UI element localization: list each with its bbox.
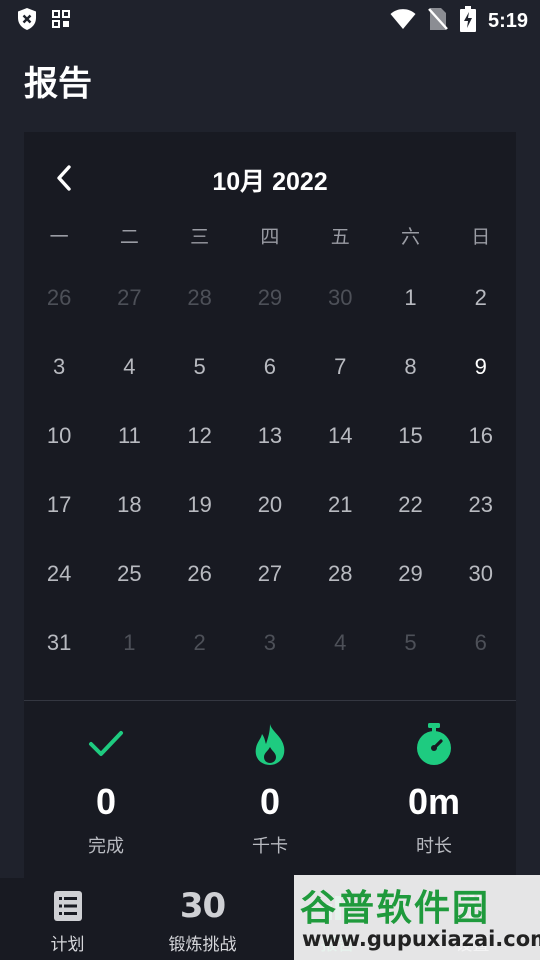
calendar-day[interactable]: 26 xyxy=(24,263,94,332)
month-title: 10月 2022 xyxy=(212,168,328,196)
calendar-day[interactable]: 19 xyxy=(165,470,235,539)
completed-label: 完成 xyxy=(88,836,124,856)
calendar-day[interactable]: 1 xyxy=(375,263,445,332)
watermark-url: www.gupuxiazai.com xyxy=(302,927,540,951)
calendar-day[interactable]: 24 xyxy=(24,539,94,608)
calendar-day[interactable]: 6 xyxy=(235,332,305,401)
weekday-header: 一 二 三 四 五 六 日 xyxy=(24,222,516,252)
calendar-day[interactable]: 6 xyxy=(446,608,516,677)
calendar-day[interactable]: 27 xyxy=(235,539,305,608)
calendar-day[interactable]: 4 xyxy=(94,332,164,401)
calendar-day[interactable]: 28 xyxy=(305,539,375,608)
page-title: 报告 xyxy=(24,65,92,103)
divider xyxy=(24,700,516,701)
calendar-day[interactable]: 25 xyxy=(94,539,164,608)
stat-completed: 0 完成 xyxy=(24,722,188,858)
qr-grid-icon xyxy=(52,10,70,33)
wifi-icon xyxy=(390,8,416,35)
watermark-logo: 谷普软件园 xyxy=(300,888,491,929)
weekday-label: 六 xyxy=(400,227,420,248)
status-bar: 5:19 xyxy=(0,0,540,36)
calendar-day[interactable]: 8 xyxy=(375,332,445,401)
calendar-day[interactable]: 14 xyxy=(305,401,375,470)
calendar-day[interactable]: 27 xyxy=(94,263,164,332)
nav-plan-label: 计划 xyxy=(50,935,85,954)
calendar-day[interactable]: 7 xyxy=(305,332,375,401)
calendar-week-row: 31 1 2 3 4 5 6 xyxy=(24,608,516,677)
calendar-day[interactable]: 29 xyxy=(375,539,445,608)
calendar-day[interactable]: 28 xyxy=(165,263,235,332)
calendar-day[interactable]: 18 xyxy=(94,470,164,539)
duration-label: 时长 xyxy=(416,836,452,856)
calendar-week-row: 10 11 12 13 14 15 16 xyxy=(24,401,516,470)
calories-value: 0 xyxy=(259,781,281,822)
calendar-day[interactable]: 21 xyxy=(305,470,375,539)
weekday-label: 一 xyxy=(49,227,69,248)
calendar-week-row: 24 25 26 27 28 29 30 xyxy=(24,539,516,608)
check-icon xyxy=(89,731,123,756)
weekday-label: 四 xyxy=(260,227,280,248)
calendar-day[interactable]: 16 xyxy=(446,401,516,470)
stats-row: 0 完成 0 千卡 0m 时长 xyxy=(24,722,516,858)
calendar-header: 10月 2022 xyxy=(24,132,516,224)
calendar-day[interactable]: 30 xyxy=(446,539,516,608)
watermark: 谷普软件园 www.gupuxiazai.com xyxy=(294,875,540,960)
calendar-day[interactable]: 26 xyxy=(165,539,235,608)
weekday-label: 三 xyxy=(190,227,210,248)
calendar-day[interactable]: 13 xyxy=(235,401,305,470)
thirty-day-icon: 30 xyxy=(179,886,226,926)
nav-challenge-label: 锻炼挑战 xyxy=(168,935,237,954)
calendar-day[interactable]: 5 xyxy=(375,608,445,677)
calendar-day[interactable]: 30 xyxy=(305,263,375,332)
calendar-day[interactable]: 10 xyxy=(24,401,94,470)
calendar-day[interactable]: 9 xyxy=(446,332,516,401)
calendar-week-row: 3456789 xyxy=(24,332,516,401)
calendar-day[interactable]: 2 xyxy=(165,608,235,677)
stat-duration: 0m 时长 xyxy=(352,722,516,858)
weekday-label: 五 xyxy=(330,227,350,248)
calendar-day[interactable]: 12 xyxy=(165,401,235,470)
status-time: 5:19 xyxy=(487,10,528,32)
calendar-week-row: 26 27 28 29 30 1 2 xyxy=(24,263,516,332)
calendar-day[interactable]: 17 xyxy=(24,470,94,539)
calendar-day[interactable]: 3 xyxy=(235,608,305,677)
list-icon xyxy=(53,891,82,921)
calendar-day[interactable]: 22 xyxy=(375,470,445,539)
flame-icon xyxy=(255,724,285,765)
stat-calories: 0 千卡 xyxy=(188,722,352,858)
calendar-day[interactable]: 15 xyxy=(375,401,445,470)
duration-value: 0m xyxy=(407,781,461,822)
nav-challenge[interactable]: 30 锻炼挑战 xyxy=(135,878,270,960)
calendar-day[interactable]: 29 xyxy=(235,263,305,332)
stopwatch-icon xyxy=(417,723,451,765)
calendar-day[interactable]: 3 xyxy=(24,332,94,401)
no-sim-icon xyxy=(428,7,448,36)
calendar-week-row: 17 18 19 20 21 22 23 xyxy=(24,470,516,539)
calendar-day[interactable]: 4 xyxy=(305,608,375,677)
calendar-day[interactable]: 23 xyxy=(446,470,516,539)
calendar-day[interactable]: 20 xyxy=(235,470,305,539)
calendar-grid: 26 27 28 29 30 1 2 3 4 5 6 7 8 9 10 11 12 13 14 15 16 17 18 19 2… xyxy=(24,263,516,677)
calendar-card: 10月 2022 一 二 三 四 五 六 日 26 27 28 29 30 1 2 3 4 5 6 7… xyxy=(24,132,516,892)
battery-charging-icon xyxy=(459,6,476,37)
calories-label: 千卡 xyxy=(252,836,288,856)
nav-plan[interactable]: 计划 xyxy=(0,878,135,960)
calendar-day[interactable]: 31 xyxy=(24,608,94,677)
weekday-label: 日 xyxy=(471,227,491,248)
calendar-day[interactable]: 1 xyxy=(94,608,164,677)
weekday-label: 二 xyxy=(119,227,139,248)
calendar-day[interactable]: 5 xyxy=(165,332,235,401)
shield-x-icon xyxy=(16,7,38,36)
completed-value: 0 xyxy=(95,781,117,822)
calendar-day[interactable]: 11 xyxy=(94,401,164,470)
calendar-day[interactable]: 2 xyxy=(446,263,516,332)
